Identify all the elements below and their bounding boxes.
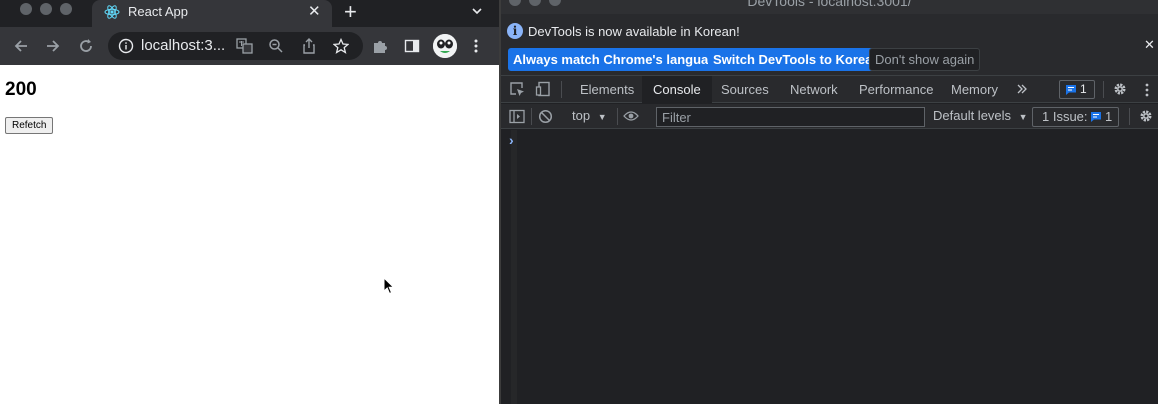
console-output[interactable]: ›: [501, 130, 1158, 404]
log-levels-value: Default levels: [933, 108, 1012, 123]
caret-down-icon: ▼: [597, 112, 607, 122]
mouse-cursor-icon: [383, 277, 395, 295]
toolbar-separator: [531, 108, 532, 125]
tab-strip: React App ✕ +: [0, 0, 499, 27]
bookmark-star-icon[interactable]: [333, 38, 349, 54]
messages-badge[interactable]: 1: [1059, 80, 1095, 99]
minimize-window-button[interactable]: [40, 3, 52, 15]
reload-icon[interactable]: [77, 37, 95, 55]
zoom-out-icon[interactable]: [268, 38, 284, 54]
page-heading: 200: [5, 79, 37, 100]
clear-console-icon[interactable]: [538, 109, 553, 124]
tab-separator: [1103, 81, 1104, 98]
tab-react-app[interactable]: React App ✕: [92, 0, 332, 27]
chevron-down-icon[interactable]: [470, 4, 484, 18]
gear-icon[interactable]: [1112, 81, 1128, 97]
show-sidebar-icon[interactable]: [509, 109, 525, 124]
tab-elements[interactable]: Elements: [580, 76, 634, 103]
close-tab-icon[interactable]: ✕: [308, 2, 321, 20]
device-toolbar-icon[interactable]: [535, 81, 551, 97]
inspect-element-icon[interactable]: [509, 81, 525, 97]
always-match-language-button[interactable]: Always match Chrome's language: [508, 48, 729, 71]
browser-window: React App ✕ + localhost:3... 200 Refetch: [0, 0, 499, 404]
console-settings-gear-icon[interactable]: [1138, 108, 1154, 124]
react-logo-icon: [104, 5, 120, 19]
page-content: 200 Refetch: [0, 65, 499, 404]
console-toolbar: top ▼ Default levels ▼ 1 Issue: 1: [501, 104, 1158, 129]
new-tab-icon[interactable]: +: [344, 1, 357, 23]
forward-arrow-icon[interactable]: [44, 37, 62, 55]
more-vert-icon[interactable]: [1143, 82, 1151, 98]
zoom-window-button[interactable]: [60, 3, 72, 15]
issues-button[interactable]: 1 Issue: 1: [1032, 107, 1119, 127]
info-icon: i: [507, 23, 523, 39]
filter-input[interactable]: [656, 107, 925, 127]
site-info-icon[interactable]: [118, 38, 134, 54]
back-arrow-icon[interactable]: [12, 37, 30, 55]
tab-network[interactable]: Network: [790, 76, 838, 103]
browser-toolbar: localhost:3...: [0, 27, 499, 65]
issues-count: 1: [1105, 109, 1113, 124]
side-panel-icon[interactable]: [404, 38, 420, 54]
language-infobar: i DevTools is now available in Korean! ✕…: [501, 14, 1158, 76]
toolbar-separator: [617, 108, 618, 125]
console-prompt[interactable]: ›: [509, 132, 514, 148]
devtools-tab-bar: Elements Console Sources Network Perform…: [501, 76, 1158, 103]
devtools-window: DevTools - localhost:3001/ i DevTools is…: [501, 0, 1158, 404]
caret-down-icon: ▼: [1018, 112, 1028, 122]
message-icon: [1091, 112, 1101, 122]
dont-show-again-button[interactable]: Don't show again: [869, 48, 981, 71]
share-icon[interactable]: [301, 38, 317, 54]
url-text[interactable]: localhost:3...: [141, 37, 225, 54]
toolbar-separator: [1129, 108, 1130, 125]
refetch-button[interactable]: Refetch: [5, 117, 54, 134]
more-tabs-chevron-icon[interactable]: [1016, 83, 1028, 95]
address-bar[interactable]: localhost:3...: [108, 32, 363, 60]
context-value: top: [572, 108, 591, 123]
translate-icon[interactable]: [236, 38, 253, 54]
context-selector[interactable]: top ▼: [572, 108, 607, 123]
devtools-titlebar: DevTools - localhost:3001/: [501, 0, 1158, 14]
extensions-puzzle-icon[interactable]: [372, 38, 388, 54]
issues-label: 1 Issue:: [1042, 109, 1088, 124]
close-window-button[interactable]: [20, 3, 32, 15]
message-count: 1: [1080, 82, 1087, 96]
switch-to-korean-button[interactable]: Switch DevTools to Korean: [708, 48, 886, 71]
tab-sources[interactable]: Sources: [721, 76, 769, 103]
devtools-window-title: DevTools - localhost:3001/: [747, 0, 912, 9]
more-vert-icon[interactable]: [470, 38, 482, 54]
eye-icon[interactable]: [623, 110, 639, 122]
close-infobar-icon[interactable]: ✕: [1144, 37, 1155, 53]
profile-avatar[interactable]: [433, 34, 457, 58]
infobar-message: DevTools is now available in Korean!: [528, 24, 740, 39]
tab-title: React App: [128, 4, 188, 19]
tab-console[interactable]: Console: [642, 76, 712, 103]
log-levels-dropdown[interactable]: Default levels ▼: [933, 108, 1028, 123]
tab-performance[interactable]: Performance: [859, 76, 933, 103]
tab-separator: [561, 81, 562, 98]
tab-memory[interactable]: Memory: [951, 76, 998, 103]
avatar-face-icon: [433, 34, 457, 58]
message-icon: [1066, 85, 1076, 95]
console-scrollbar[interactable]: [511, 130, 517, 404]
